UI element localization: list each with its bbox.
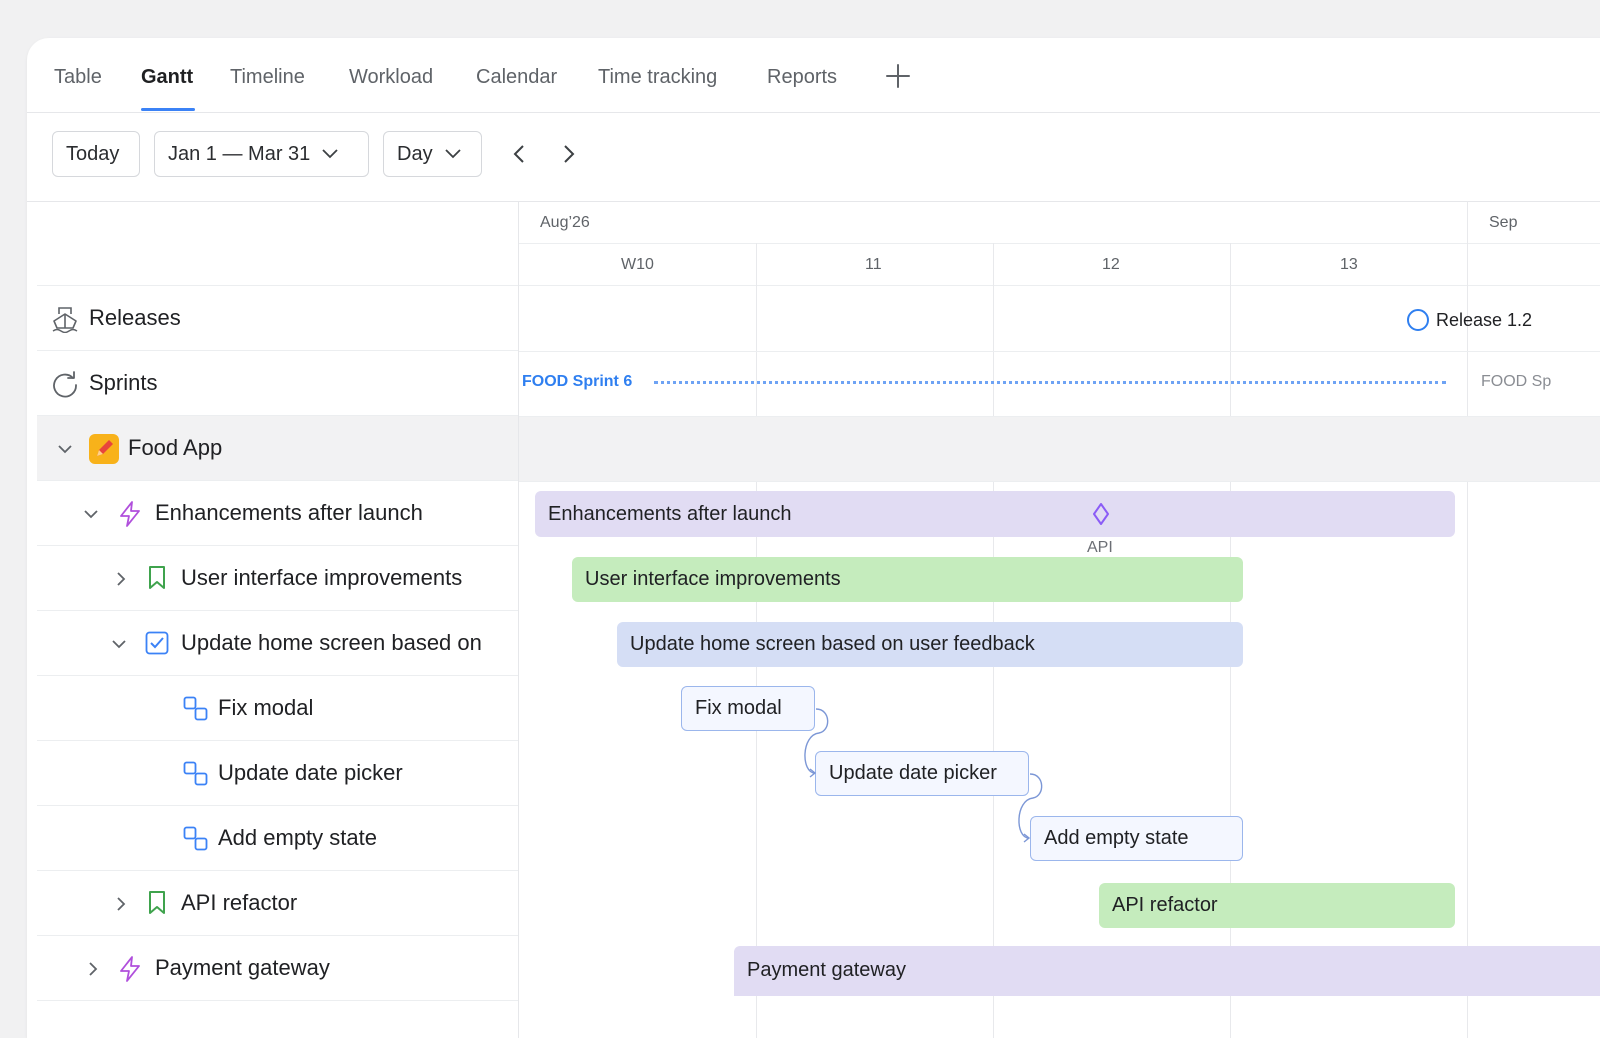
timeline-header-divider [519, 243, 1600, 244]
chevron-right-icon[interactable] [116, 572, 126, 586]
chevron-down-icon[interactable] [112, 639, 126, 649]
lightning-icon [120, 956, 140, 982]
tab-gantt[interactable]: Gantt [141, 66, 193, 89]
epic-bar-label: Enhancements after launch [548, 502, 792, 525]
gantt-toolbar: Today Jan 1 — Mar 31 Day [27, 113, 1600, 202]
tab-reports[interactable]: Reports [767, 66, 837, 89]
subtask-label-empty-state: Add empty state [218, 825, 377, 850]
week-label: W10 [621, 256, 654, 273]
project-row[interactable]: Food App [37, 416, 518, 481]
view-tabs: Table Gantt Timeline Workload Calendar T… [27, 38, 1600, 113]
story-label-ui: User interface improvements [181, 565, 463, 590]
story-row-api[interactable]: API refactor [37, 871, 518, 936]
diamond-milestone-icon[interactable] [1091, 502, 1111, 526]
timeline-header-divider [519, 285, 1600, 286]
subtask-icon [183, 696, 208, 721]
chevron-down-icon[interactable] [58, 444, 72, 454]
ship-icon [52, 307, 78, 333]
row-divider [519, 416, 1600, 417]
subtask-label-date-picker: Update date picker [218, 760, 403, 785]
date-range-dropdown[interactable]: Jan 1 — Mar 31 [154, 131, 369, 177]
scale-dropdown[interactable]: Day [383, 131, 482, 177]
subtask-row-fix-modal[interactable]: Fix modal [37, 676, 518, 741]
sprint-label-next[interactable]: FOOD Sp [1481, 373, 1551, 391]
task-row[interactable]: Update home screen based on [37, 611, 518, 676]
chevron-down-icon [322, 149, 338, 159]
tab-timeline[interactable]: Timeline [230, 66, 305, 89]
project-label: Food App [128, 435, 223, 460]
story-row-ui[interactable]: User interface improvements [37, 546, 518, 611]
task-bar-label: Update home screen based on user feedbac… [630, 633, 1035, 655]
row-divider [519, 351, 1600, 352]
story-bar-label-api: API refactor [1112, 894, 1218, 916]
active-tab-indicator [141, 108, 195, 111]
epic-label: Enhancements after launch [155, 500, 423, 525]
sprints-row[interactable]: Sprints [37, 351, 518, 416]
sprints-label: Sprints [89, 370, 158, 395]
story-bar-api[interactable]: API refactor [1099, 883, 1455, 928]
epic-bar-label-payment: Payment gateway [747, 959, 906, 981]
list-header [37, 201, 518, 286]
epic-row-payment[interactable]: Payment gateway [37, 936, 518, 1001]
subtask-bar-empty-state[interactable]: Add empty state [1030, 816, 1243, 861]
subtask-row-empty-state[interactable]: Add empty state [37, 806, 518, 871]
project-pencil-icon [89, 434, 119, 464]
project-row-band [519, 416, 1600, 481]
epic-row[interactable]: Enhancements after launch [37, 481, 518, 546]
today-button[interactable]: Today [52, 131, 140, 177]
chevron-right-icon[interactable] [116, 897, 126, 911]
task-bar[interactable]: Update home screen based on user feedbac… [617, 622, 1243, 667]
today-label: Today [66, 142, 120, 165]
chevron-down-icon[interactable] [84, 509, 98, 519]
week-label: 12 [1102, 256, 1120, 273]
task-list-panel: Releases Sprints Food App Enhancements a… [27, 201, 519, 1038]
sprint-duration-line [654, 381, 1446, 384]
subtask-row-date-picker[interactable]: Update date picker [37, 741, 518, 806]
release-milestone-icon[interactable] [1406, 308, 1430, 332]
release-label[interactable]: Release 1.2 [1436, 310, 1532, 331]
checkbox-icon [145, 631, 169, 655]
refresh-icon [53, 371, 77, 398]
chevron-right-icon[interactable] [88, 962, 98, 976]
week-label: 11 [865, 256, 882, 273]
tab-time-tracking[interactable]: Time tracking [598, 66, 717, 89]
epic-bar[interactable]: Enhancements after launch [535, 491, 1455, 537]
tab-table[interactable]: Table [54, 66, 102, 89]
subtask-bar-label-empty-state: Add empty state [1044, 827, 1189, 849]
chevron-right-icon[interactable] [555, 141, 581, 167]
sprint-label[interactable]: FOOD Sprint 6 [522, 373, 632, 391]
row-divider [519, 481, 1600, 482]
scale-value: Day [397, 142, 433, 165]
milestone-label: API [1087, 539, 1113, 556]
gantt-card: Table Gantt Timeline Workload Calendar T… [27, 38, 1600, 1038]
dependency-arrows [804, 708, 1043, 843]
releases-label: Releases [89, 305, 181, 330]
task-label: Update home screen based on [181, 630, 482, 655]
chevron-down-icon [444, 149, 461, 159]
subtask-icon [183, 761, 208, 786]
subtask-icon [183, 826, 208, 851]
bookmark-icon [149, 891, 165, 914]
month-label: Aug’26 [540, 214, 590, 231]
chevron-left-icon[interactable] [507, 141, 533, 167]
story-bar-label-ui: User interface improvements [585, 568, 841, 590]
add-view-icon[interactable] [884, 62, 912, 90]
month-label: Sep [1489, 214, 1518, 231]
gantt-timeline: Aug’26 Sep W10 11 12 13 Release 1.2 FOOD… [519, 201, 1600, 1038]
epic-bar-payment[interactable]: Payment gateway [734, 946, 1600, 996]
subtask-bar-label-fix-modal: Fix modal [695, 697, 782, 719]
bookmark-icon [149, 566, 165, 589]
date-range-value: Jan 1 — Mar 31 [168, 142, 311, 165]
week-label: 13 [1340, 256, 1358, 273]
tab-calendar[interactable]: Calendar [476, 66, 557, 89]
releases-row[interactable]: Releases [37, 286, 518, 351]
epic-label-payment: Payment gateway [155, 955, 330, 980]
subtask-label-fix-modal: Fix modal [218, 695, 314, 720]
story-bar-ui[interactable]: User interface improvements [572, 557, 1243, 602]
story-label-api: API refactor [181, 890, 298, 915]
tab-workload[interactable]: Workload [349, 66, 433, 89]
lightning-icon [120, 501, 140, 527]
